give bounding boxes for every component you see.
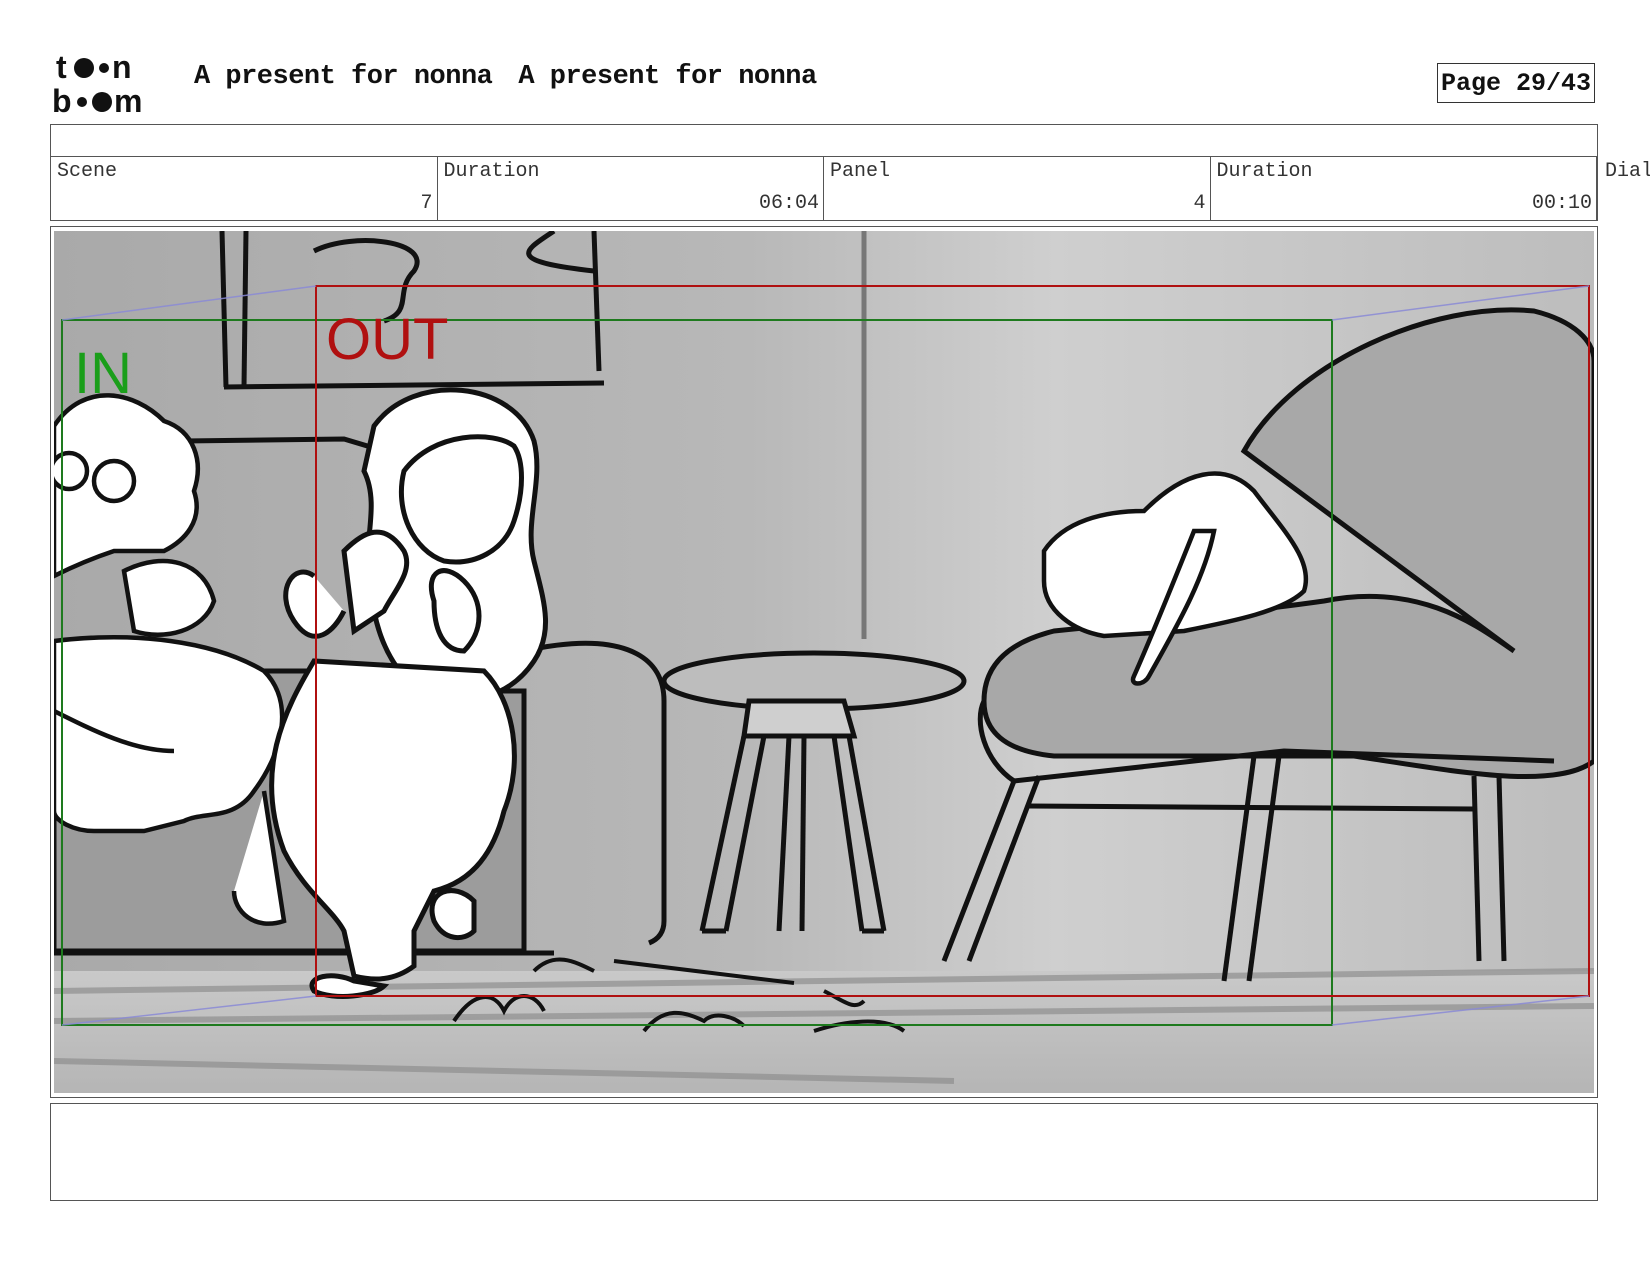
project-title: A present for nonna A present for nonna — [194, 62, 843, 92]
storyboard-panel: IN OUT — [50, 226, 1598, 1098]
scene-value: 7 — [420, 192, 433, 215]
svg-text:b: b — [52, 83, 72, 119]
panel-label: Panel — [830, 160, 891, 183]
page-indicator: Page 29/43 — [1437, 63, 1595, 103]
scene-duration-cell: Duration 06:04 — [438, 156, 824, 220]
panel-value: 4 — [1193, 192, 1206, 215]
panel-sketch: IN OUT — [54, 231, 1594, 1093]
scene-info-row: Scene 7 Duration 06:04 Panel 4 Duration … — [50, 156, 1598, 221]
dialog-label: Dial — [1605, 160, 1650, 183]
scene-cell: Scene 7 — [51, 156, 438, 220]
scene-label: Scene — [57, 160, 118, 183]
header-blank-row — [50, 124, 1598, 157]
scene-duration-value: 06:04 — [758, 192, 819, 215]
svg-text:n: n — [112, 50, 132, 85]
panel-duration-label: Duration — [1216, 160, 1313, 183]
camera-out-label: OUT — [326, 307, 448, 372]
camera-in-label: IN — [74, 341, 132, 406]
panel-duration-value: 00:10 — [1531, 192, 1592, 215]
svg-text:t: t — [56, 50, 67, 85]
toon-boom-logo: t n b m — [52, 50, 142, 119]
notes-area — [50, 1103, 1598, 1201]
svg-text:m: m — [114, 83, 142, 119]
scene-duration-label: Duration — [443, 160, 540, 183]
project-title-right: A present for nonna — [518, 62, 817, 92]
panel-duration-cell: Duration 00:10 — [1211, 156, 1597, 220]
panel-cell: Panel 4 — [824, 156, 1211, 220]
project-title-left: A present for nonna — [194, 62, 493, 92]
